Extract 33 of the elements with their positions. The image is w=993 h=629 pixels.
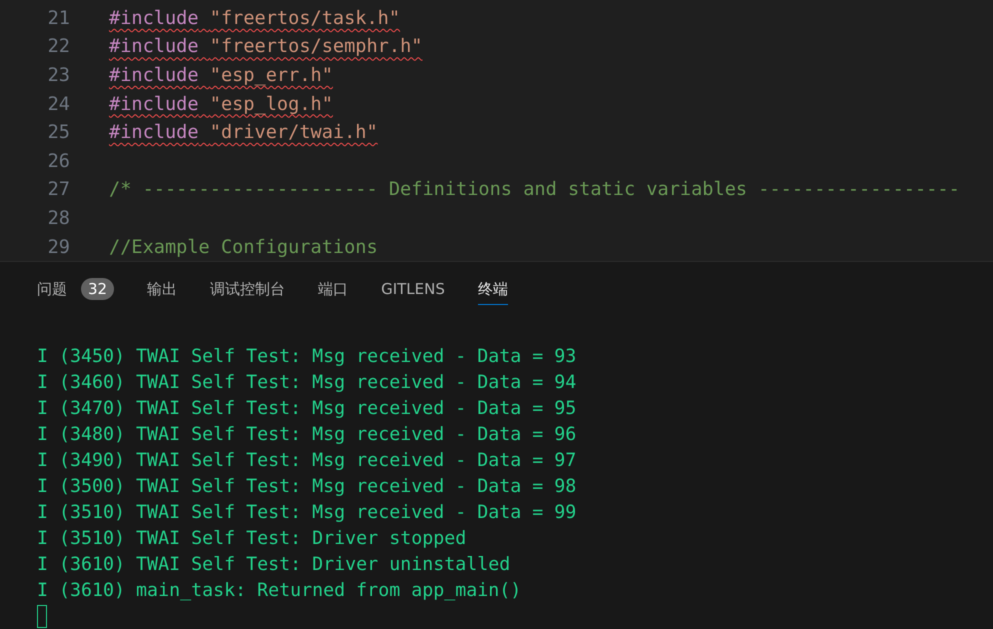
panel-tab[interactable]: 问题 32 [37, 274, 114, 306]
panel-tab[interactable]: 输出 [147, 276, 178, 304]
terminal-line: I (3460) TWAI Self Test: Msg received - Data = 94 [37, 371, 578, 395]
panel-tab[interactable]: 端口 [318, 276, 348, 304]
terminal-line: I (3610) main_task: Returned from app_main() [37, 579, 522, 603]
code-line: #include "freertos/semphr.h" [109, 36, 422, 58]
code-line: #include "freertos/task.h" [109, 8, 400, 29]
terminal-line: I (3510) TWAI Self Test: Driver stopped [37, 527, 468, 551]
terminal-line: I (3500) TWAI Self Test: Msg received - Data = 98 [37, 475, 578, 499]
terminal-line: I (3510) TWAI Self Test: Msg received - Data = 99 [37, 501, 578, 525]
code-line: #include "esp_log.h" [109, 94, 333, 115]
line-number: 21 [46, 8, 70, 29]
line-number: 22 [46, 36, 70, 58]
line-number: 26 [46, 150, 70, 172]
line-number: 29 [46, 236, 70, 258]
terminal-line: I (3490) TWAI Self Test: Msg received - Data = 97 [37, 449, 578, 473]
count-badge: 32 [81, 278, 114, 300]
line-number: 23 [46, 64, 70, 86]
code-comment: /* --------------------- Definitions and static variables ------------------ [109, 179, 960, 200]
panel-tab[interactable]: 调试控制台 [210, 276, 286, 304]
terminal-line: I (3480) TWAI Self Test: Msg received - Data = 96 [37, 423, 578, 447]
terminal-line: I (3610) TWAI Self Test: Driver uninstalled [37, 553, 512, 577]
code-line: #include "esp_err.h" [109, 64, 333, 86]
panel-tab[interactable]: 终端 [478, 276, 508, 304]
terminal-line: I (3450) TWAI Self Test: Msg received - Data = 93 [37, 345, 578, 369]
line-number: 28 [46, 208, 70, 229]
terminal-line: I (3470) TWAI Self Test: Msg received - Data = 95 [37, 397, 578, 421]
code-comment: //Example Configurations [109, 236, 378, 258]
line-number: 27 [46, 179, 70, 200]
panel-tab[interactable]: GITLENS [381, 276, 445, 304]
line-number: 24 [46, 94, 70, 115]
line-number: 25 [46, 122, 70, 144]
code-line: #include "driver/twai.h" [109, 122, 378, 144]
